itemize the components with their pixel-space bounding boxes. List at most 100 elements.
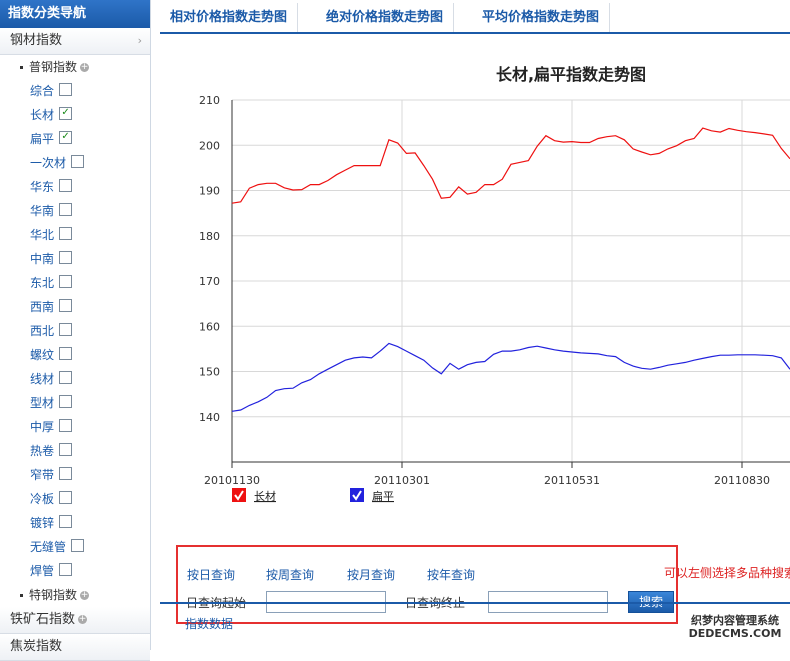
watermark-line2: DEDECMS.COM	[688, 627, 782, 640]
sidebar-item-label: 焊管	[30, 564, 55, 578]
sidebar-sub-special[interactable]: 特钢指数 +	[0, 583, 150, 607]
sidebar-item-checkbox[interactable]	[59, 419, 73, 432]
legend-swatch	[350, 488, 364, 502]
sidebar-item[interactable]: 扁平	[0, 127, 150, 151]
sidebar: 指数分类导航 钢材指数 › 普钢指数+ 综合长材扁平一次材华东华南华北中南东北西…	[0, 0, 151, 661]
chart-tabs: 相对价格指数走势图 绝对价格指数走势图 平均价格指数走势图	[160, 0, 790, 34]
sidebar-item[interactable]: 热卷	[0, 439, 150, 463]
chevron-right-icon: ›	[137, 34, 142, 47]
sidebar-item[interactable]: 焊管	[0, 559, 150, 583]
x-tick-label: 20101130	[204, 474, 260, 487]
y-tick-label: 160	[199, 320, 220, 333]
sidebar-item-checkbox[interactable]	[59, 107, 73, 120]
sidebar-category-coke[interactable]: 焦炭指数	[0, 634, 150, 661]
tab-relative-price[interactable]: 相对价格指数走势图	[160, 3, 299, 32]
category-steel-label: 钢材指数	[10, 33, 63, 48]
sidebar-item[interactable]: 线材	[0, 367, 150, 391]
sidebar-item-label: 长材	[30, 108, 55, 122]
plus-icon[interactable]: +	[78, 615, 88, 624]
query-by-week-link[interactable]: 按周查询	[266, 566, 314, 583]
legend-swatch	[232, 488, 246, 502]
sidebar-item-label: 无缝管	[30, 540, 67, 554]
y-tick-label: 180	[199, 230, 220, 243]
y-tick-label: 210	[199, 94, 220, 107]
category-iron-ore-label: 铁矿石指数	[10, 612, 76, 627]
tab-average-price[interactable]: 平均价格指数走势图	[472, 3, 611, 32]
multi-select-hint: 可以左侧选择多品种搜索	[664, 566, 790, 580]
sidebar-item[interactable]: 型材	[0, 391, 150, 415]
series-line-1	[231, 127, 790, 204]
sidebar-item-label: 螺纹	[30, 348, 55, 362]
sidebar-category-iron-ore[interactable]: 铁矿石指数 +	[0, 607, 150, 634]
y-tick-label: 190	[199, 185, 220, 198]
sidebar-item[interactable]: 华南	[0, 199, 150, 223]
category-coke-label: 焦炭指数	[10, 639, 63, 654]
legend-label: 扁平	[372, 490, 394, 503]
y-tick-label: 140	[199, 411, 220, 424]
sidebar-item-checkbox[interactable]	[59, 299, 73, 312]
sidebar-item-checkbox[interactable]	[59, 395, 73, 408]
sidebar-header: 指数分类导航	[0, 0, 150, 28]
sidebar-item-checkbox[interactable]	[59, 347, 73, 360]
sidebar-item-checkbox[interactable]	[59, 131, 73, 144]
price-index-chart: 长材,扁平指数走势图 140 150 160 170 180 190 200 210 201011…	[160, 40, 790, 533]
x-tick-label: 20110301	[374, 474, 430, 487]
index-data-label: 指数数据	[185, 617, 234, 631]
sidebar-item-label: 西南	[30, 300, 55, 314]
sidebar-item-checkbox[interactable]	[59, 515, 73, 528]
x-tick-label: 20110531	[544, 474, 600, 487]
sidebar-item-checkbox[interactable]	[59, 83, 73, 96]
sidebar-item[interactable]: 华北	[0, 223, 150, 247]
sidebar-item-checkbox[interactable]	[59, 443, 73, 456]
sidebar-item-label: 型材	[30, 396, 55, 410]
sidebar-sub-common[interactable]: 普钢指数 +	[0, 55, 150, 79]
sidebar-item-label: 镀锌	[30, 516, 55, 530]
sidebar-item-label: 西北	[30, 324, 55, 338]
sidebar-item[interactable]: 综合	[0, 79, 150, 103]
tab-absolute-price[interactable]: 绝对价格指数走势图	[316, 3, 455, 32]
sidebar-item[interactable]: 镀锌	[0, 511, 150, 535]
sidebar-item[interactable]: 中厚	[0, 415, 150, 439]
query-by-month-link[interactable]: 按月查询	[347, 566, 395, 583]
query-by-year-link[interactable]: 按年查询	[427, 566, 475, 583]
sidebar-item[interactable]: 西北	[0, 319, 150, 343]
sidebar-item-checkbox[interactable]	[59, 227, 73, 240]
sidebar-item-checkbox[interactable]	[59, 275, 73, 288]
sidebar-item[interactable]: 长材	[0, 103, 150, 127]
sidebar-item-checkbox[interactable]	[71, 155, 85, 168]
section-divider	[160, 602, 790, 604]
sidebar-category-steel[interactable]: 钢材指数 ›	[0, 28, 150, 55]
sidebar-item-label: 华北	[30, 228, 55, 242]
sidebar-item-checkbox[interactable]	[59, 179, 73, 192]
sidebar-item-label: 华东	[30, 180, 55, 194]
sidebar-item-checkbox[interactable]	[59, 563, 73, 576]
sidebar-item-checkbox[interactable]	[71, 539, 85, 552]
series-line-2	[231, 342, 790, 412]
plus-icon[interactable]: +	[80, 591, 90, 600]
chart-svg: 长材,扁平指数走势图 140 150 160 170 180 190 200 210 201011…	[199, 65, 790, 503]
sidebar-item[interactable]: 中南	[0, 247, 150, 271]
sidebar-item-checkbox[interactable]	[59, 323, 73, 336]
sidebar-item[interactable]: 华东	[0, 175, 150, 199]
sidebar-item-checkbox[interactable]	[59, 251, 73, 264]
sidebar-item[interactable]: 窄带	[0, 463, 150, 487]
sidebar-item[interactable]: 西南	[0, 295, 150, 319]
sidebar-item-label: 线材	[30, 372, 55, 386]
sidebar-item-label: 综合	[30, 84, 55, 98]
query-by-day-link[interactable]: 按日查询	[187, 566, 235, 583]
sidebar-item-label: 华南	[30, 204, 55, 218]
plus-icon[interactable]: +	[80, 63, 90, 72]
bullet-icon	[20, 594, 23, 597]
sidebar-item-checkbox[interactable]	[59, 491, 73, 504]
sidebar-item[interactable]: 无缝管	[0, 535, 150, 559]
sidebar-item-label: 冷板	[30, 492, 55, 506]
sidebar-item[interactable]: 螺纹	[0, 343, 150, 367]
sidebar-item-checkbox[interactable]	[59, 467, 73, 480]
watermark: 织梦内容管理系统 DEDECMS.COM	[680, 614, 790, 640]
sidebar-item-checkbox[interactable]	[59, 203, 73, 216]
sidebar-item[interactable]: 一次材	[0, 151, 150, 175]
sidebar-item[interactable]: 冷板	[0, 487, 150, 511]
sidebar-item[interactable]: 东北	[0, 271, 150, 295]
sidebar-item-checkbox[interactable]	[59, 371, 73, 384]
sidebar-item-label: 扁平	[30, 132, 55, 146]
